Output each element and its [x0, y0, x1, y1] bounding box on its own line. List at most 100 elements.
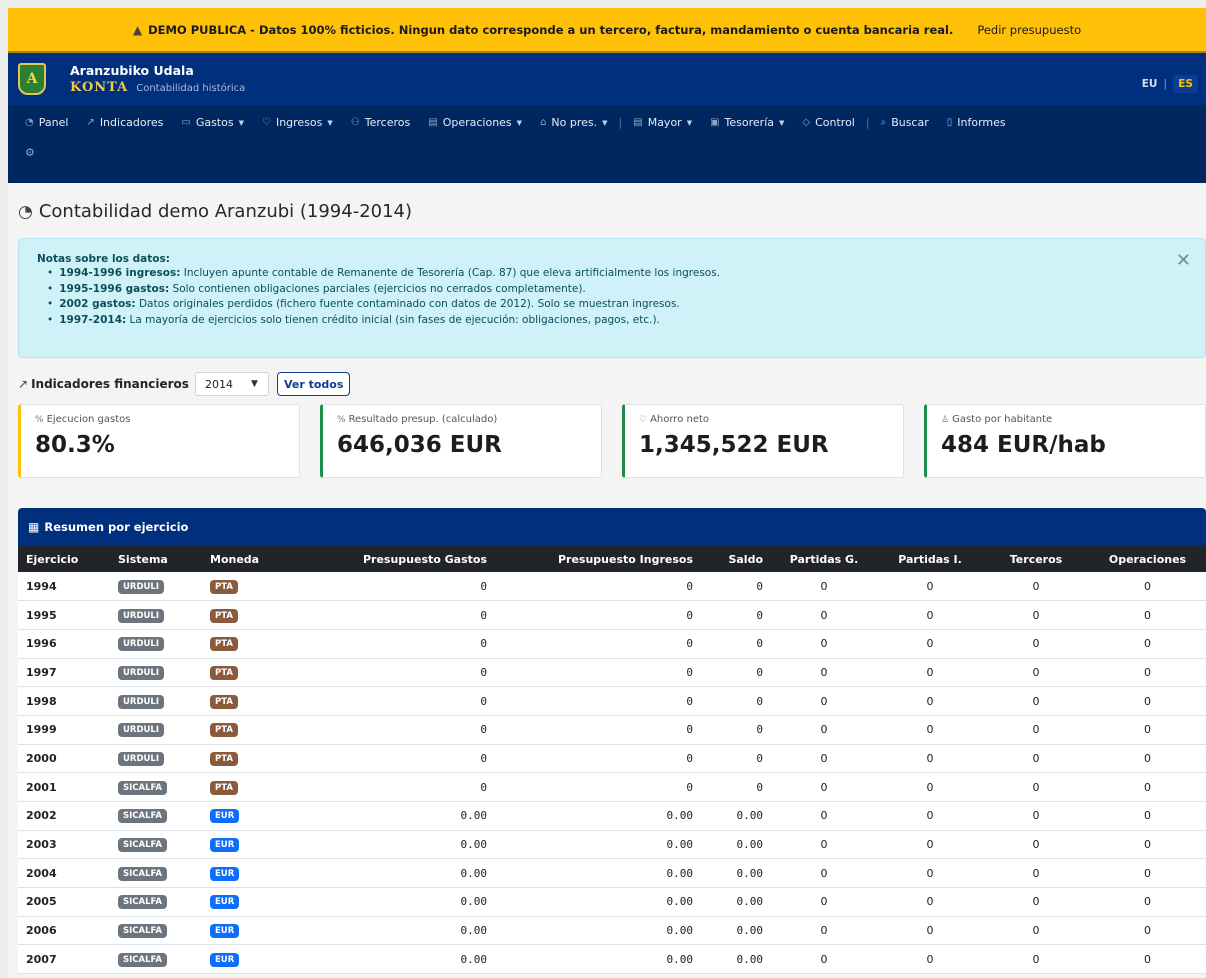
demo-banner-message: DEMO PUBLICA - Datos 100% ficticios. Nin…: [148, 22, 954, 37]
nav-item-mayor[interactable]: ▤ Mayor ▼: [624, 116, 701, 129]
bank-icon: ⌂: [540, 117, 547, 128]
brand-text: Aranzubiko Udala KONTA Contabilidad hist…: [70, 63, 245, 95]
nav-item-indicadores[interactable]: ↗ Indicadores: [77, 116, 172, 129]
budget-income-cell: 0.00: [666, 924, 694, 938]
third-parties-cell: 0: [1032, 751, 1040, 765]
year-cell[interactable]: 1996: [18, 629, 110, 658]
table-row[interactable]: 2002 SICALFA EUR 0.00 0.00 0.00 0 0 0 0: [18, 802, 1206, 831]
piggy-bank-icon: ♡: [639, 414, 648, 425]
table-row[interactable]: 1999 URDULI PTA 0 0 0 0 0 0 0: [18, 715, 1206, 745]
year-select[interactable]: 2014 ▼: [194, 372, 269, 396]
currency-badge: PTA: [210, 751, 238, 766]
currency-badge: PTA: [210, 579, 238, 594]
system-badge: URDULI: [118, 694, 164, 709]
nav-item-label: Indicadores: [99, 116, 164, 129]
dashboard-icon: ◔: [25, 117, 34, 128]
third-parties-cell: 0: [1032, 952, 1040, 966]
balance-cell: 0.00: [736, 838, 764, 852]
column-header[interactable]: Sistema: [110, 546, 202, 572]
expense-items-cell: 0: [820, 838, 828, 852]
table-row[interactable]: 2003 SICALFA EUR 0.00 0.00 0.00 0 0 0 0: [18, 830, 1206, 859]
column-header[interactable]: Partidas I.: [877, 546, 983, 572]
lang-es-button[interactable]: ES: [1173, 75, 1198, 93]
alert-item: 1997-2014: La mayoría de ejercicios solo…: [47, 313, 1187, 329]
alert-item: 1995-1996 gastos: Solo contienen obligac…: [47, 282, 1187, 298]
budget-expense-cell: 0.00: [460, 838, 488, 852]
request-quote-link[interactable]: Pedir presupuesto: [977, 23, 1081, 37]
municipality-logo[interactable]: A: [18, 63, 46, 95]
kpi-card: ♙ Gasto por habitante 484 EUR/hab: [924, 404, 1206, 478]
nav-item-informes[interactable]: ▯ Informes: [938, 116, 1015, 129]
year-cell[interactable]: 2002: [18, 802, 110, 831]
currency-cell: PTA: [202, 572, 297, 601]
table-row[interactable]: 1995 URDULI PTA 0 0 0 0 0 0 0: [18, 601, 1206, 630]
third-parties-cell: 0: [1032, 809, 1040, 823]
nav-item-control[interactable]: ◇ Control: [793, 116, 863, 129]
language-switcher: EU | ES: [1142, 75, 1198, 93]
table-row[interactable]: 1996 URDULI PTA 0 0 0 0 0 0 0: [18, 629, 1206, 659]
nav-item-panel[interactable]: ◔ Panel: [16, 116, 77, 129]
table-row[interactable]: 2006 SICALFA EUR 0.00 0.00 0.00 0 0 0 0: [18, 916, 1206, 945]
table-row[interactable]: 2007 SICALFA EUR 0.00 0.00 0.00 0 0 0 0: [18, 945, 1206, 974]
system-cell: URDULI: [110, 744, 202, 773]
kpi-value: 80.3%: [35, 432, 115, 458]
table-row[interactable]: 1998 URDULI PTA 0 0 0 0 0 0 0: [18, 687, 1206, 716]
balance-cell: 0.00: [736, 952, 764, 966]
balance-cell: 0.00: [736, 809, 764, 823]
caret-down-icon: ▼: [516, 118, 523, 127]
nav-item-ingresos[interactable]: ♡ Ingresos ▼: [253, 116, 342, 129]
lang-eu-button[interactable]: EU: [1142, 78, 1158, 90]
nav-item-no-pres[interactable]: ⌂ No pres. ▼: [531, 116, 616, 129]
settings-gear-icon[interactable]: ⚙: [25, 146, 35, 159]
year-cell[interactable]: 1997: [18, 658, 110, 687]
column-header[interactable]: Moneda: [202, 546, 297, 572]
table-row[interactable]: 1994 URDULI PTA 0 0 0 0 0 0 0: [18, 572, 1206, 601]
year-cell[interactable]: 1995: [18, 601, 110, 630]
year-cell[interactable]: 1998: [18, 687, 110, 716]
currency-badge: EUR: [210, 866, 240, 881]
column-header[interactable]: Terceros: [983, 546, 1089, 572]
table-row[interactable]: 2004 SICALFA EUR 0.00 0.00 0.00 0 0 0 0: [18, 859, 1206, 888]
nav-item-tesorer-a[interactable]: ▣ Tesorería ▼: [701, 116, 793, 129]
budget-income-cell: 0: [686, 608, 693, 622]
nav-item-operaciones[interactable]: ▤ Operaciones ▼: [419, 116, 531, 129]
column-header[interactable]: Ejercicio: [18, 546, 110, 572]
income-items-cell: 0: [926, 952, 934, 966]
nav-item-gastos[interactable]: ▭ Gastos ▼: [172, 116, 253, 129]
currency-cell: EUR: [202, 945, 297, 974]
table-row[interactable]: 1997 URDULI PTA 0 0 0 0 0 0 0: [18, 658, 1206, 687]
year-cell[interactable]: 1994: [18, 572, 110, 601]
year-cell[interactable]: 2004: [18, 859, 110, 888]
table-header-row: Ejercicio Sistema Moneda Presupuesto Gastos…: [18, 546, 1206, 572]
table-row[interactable]: 2000 URDULI PTA 0 0 0 0 0 0 0: [18, 744, 1206, 773]
currency-badge: PTA: [210, 723, 238, 738]
column-header[interactable]: Presupuesto Ingresos: [495, 546, 701, 572]
system-cell: SICALFA: [110, 773, 202, 802]
table-row[interactable]: 2005 SICALFA EUR 0.00 0.00 0.00 0 0 0 0: [18, 888, 1206, 917]
system-badge: SICALFA: [118, 838, 167, 853]
nav-item-label: Terceros: [364, 116, 411, 129]
summary-table: Ejercicio Sistema Moneda Presupuesto Gastos…: [18, 546, 1206, 974]
brand-subtitle: KONTA Contabilidad histórica: [70, 80, 245, 95]
view-all-button[interactable]: Ver todos: [276, 372, 351, 396]
close-icon[interactable]: ✕: [1176, 252, 1191, 270]
column-header[interactable]: Partidas G.: [771, 546, 877, 572]
year-cell[interactable]: 2003: [18, 830, 110, 859]
year-cell[interactable]: 2001: [18, 773, 110, 802]
nav-item-buscar[interactable]: ⌕ Buscar: [872, 116, 938, 129]
year-cell[interactable]: 2007: [18, 945, 110, 974]
income-items-cell: 0: [926, 751, 934, 765]
year-cell[interactable]: 2000: [18, 744, 110, 773]
year-cell[interactable]: 2006: [18, 916, 110, 945]
column-header[interactable]: Saldo: [701, 546, 771, 572]
year-cell[interactable]: 2005: [18, 888, 110, 917]
column-header[interactable]: Presupuesto Gastos: [297, 546, 495, 572]
system-badge: SICALFA: [118, 866, 167, 881]
income-items-cell: 0: [926, 665, 934, 679]
income-items-cell: 0: [926, 895, 934, 909]
table-icon: ▦: [28, 520, 40, 534]
nav-item-terceros[interactable]: ⚇ Terceros: [342, 116, 419, 129]
column-header[interactable]: Operaciones: [1089, 546, 1206, 572]
table-row[interactable]: 2001 SICALFA PTA 0 0 0 0 0 0 0: [18, 773, 1206, 802]
year-cell[interactable]: 1999: [18, 715, 110, 744]
